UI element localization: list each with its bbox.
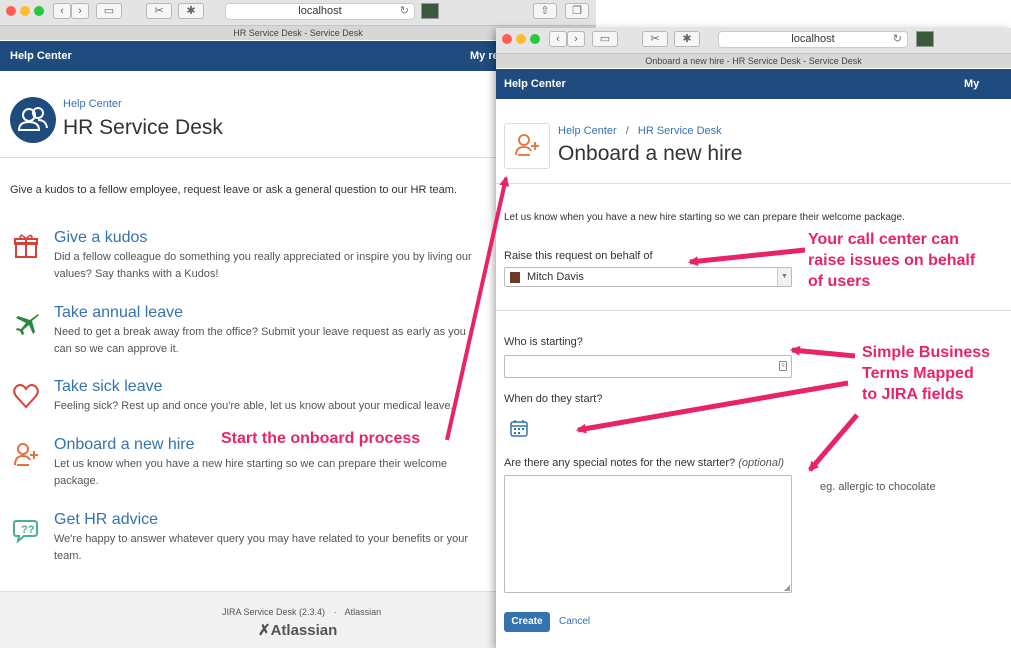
arrow-to-on-behalf-field [688, 247, 806, 267]
annotation-line: Your call center can [808, 231, 959, 248]
arrow-to-who-starting-field [790, 345, 856, 359]
annotation-line: of users [808, 273, 871, 290]
annotation-line: raise issues on behalf [808, 252, 976, 269]
annotation-arrows [445, 176, 859, 472]
annotation-line: Simple Business [862, 344, 991, 361]
arrow-to-onboard-form [445, 176, 510, 441]
annotation-call-center: Your call center can raise issues on beh… [808, 229, 975, 292]
annotation-business-terms: Simple Business Terms Mapped to JIRA fie… [862, 342, 990, 405]
annotation-line: Terms Mapped [862, 365, 974, 382]
arrow-to-calendar-field [576, 380, 849, 434]
annotation-line: to JIRA fields [862, 386, 964, 403]
arrow-to-notes-field [808, 413, 859, 472]
annotation-onboard: Start the onboard process [221, 430, 421, 447]
